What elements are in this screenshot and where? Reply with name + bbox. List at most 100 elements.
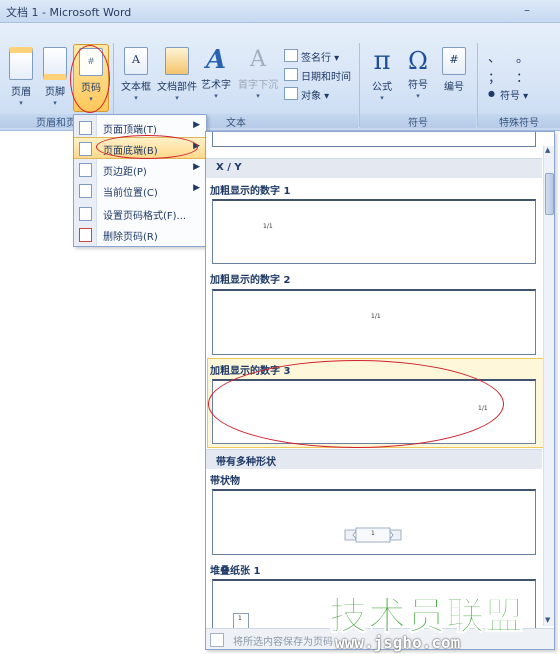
special-symbol-colon[interactable]: ： <box>516 67 529 86</box>
object-button[interactable]: 对象 ▾ <box>284 87 329 102</box>
group-label-symbols: 符号 <box>360 114 476 129</box>
menu-item-current-position[interactable]: 当前位置(C) ▶ <box>74 180 206 200</box>
current-position-icon <box>79 184 92 198</box>
menu-item-label: 当前位置(C) <box>103 188 158 199</box>
group-label-special-symbols: 特殊符号 <box>478 114 560 129</box>
gallery-item-title: 加粗显示的数字 2 <box>210 275 291 286</box>
menu-item-page-margin[interactable]: 页边距(P) ▶ <box>74 159 206 179</box>
date-time-button[interactable]: 日期和时间 <box>284 68 351 83</box>
menu-item-label: 删除页码(R) <box>103 232 158 243</box>
special-symbol-period[interactable]: 。 <box>516 47 529 66</box>
title-bar: 文档 1 - Microsoft Word – <box>0 0 560 23</box>
quick-parts-label: 文档部件 <box>157 82 197 93</box>
remove-page-number-icon <box>79 228 92 242</box>
drop-cap-label: 首字下沉 <box>238 80 278 91</box>
menu-item-label: 设置页码格式(F)... <box>103 211 187 222</box>
section-heading-label: 带有多种形状 <box>216 457 276 468</box>
signature-line-label: 签名行 ▾ <box>301 53 340 64</box>
annotation-oval <box>96 135 198 159</box>
chevron-down-icon: ▾ <box>256 92 260 100</box>
special-symbol-comma[interactable]: 、 <box>488 47 501 66</box>
wordart-icon: A <box>205 45 227 75</box>
scrollbar-thumb[interactable] <box>545 173 554 215</box>
object-label: 对象 ▾ <box>301 91 330 102</box>
chevron-down-icon: ▾ <box>380 94 384 102</box>
text-box-label: 文本框 <box>121 82 151 93</box>
page-bottom-icon <box>79 142 92 156</box>
window-title: 文档 1 - Microsoft Word <box>6 6 132 19</box>
watermark-text: 技术员联盟 <box>328 594 525 639</box>
page-number-sample: 1/1 <box>263 223 273 230</box>
drop-cap-button[interactable]: A 首字下沉 ▾ <box>236 47 280 109</box>
page-margin-icon <box>79 163 92 177</box>
equation-button[interactable]: π 公式 ▾ <box>365 47 399 109</box>
page-top-icon <box>79 121 92 135</box>
gallery-scrollbar[interactable]: ▲ ▼ <box>543 146 554 626</box>
quick-parts-button[interactable]: 文档部件 ▾ <box>156 47 198 109</box>
text-box-icon: A <box>124 47 148 75</box>
symbol-label: 符号 <box>408 80 428 91</box>
gallery-thumbnail[interactable] <box>212 132 536 147</box>
quick-parts-icon <box>165 47 189 75</box>
omega-icon: Ω <box>408 47 428 75</box>
menu-item-page-top[interactable]: 页面顶端(T) ▶ <box>74 117 206 137</box>
menu-item-remove-page-number[interactable]: 删除页码(R) <box>74 224 206 244</box>
menu-item-label: 页面顶端(T) <box>103 125 157 136</box>
wordart-button[interactable]: A 艺术字 ▾ <box>200 47 232 109</box>
page-number-sample: 1 <box>371 530 375 537</box>
annotation-oval <box>208 360 504 448</box>
text-box-button[interactable]: A 文本框 ▾ <box>119 47 153 109</box>
watermark-url: www.jsgho.com <box>335 633 461 652</box>
footer-button[interactable]: 页脚 ▾ <box>40 47 70 109</box>
special-symbol-semicolon[interactable]: ； <box>488 67 501 86</box>
chevron-down-icon: ▾ <box>416 92 420 100</box>
minimize-button[interactable]: – <box>524 3 530 17</box>
header-button-label: 页眉 <box>11 87 31 98</box>
gallery-thumbnail-bold-number-2[interactable]: 1/1 <box>212 289 536 355</box>
submenu-arrow-icon: ▶ <box>193 120 200 130</box>
footer-button-label: 页脚 <box>45 87 65 98</box>
header-button[interactable]: 页眉 ▾ <box>6 47 36 109</box>
footer-icon <box>43 47 67 80</box>
drop-cap-icon: A <box>250 47 266 72</box>
annotation-oval <box>70 45 110 113</box>
page-number-sample: 1/1 <box>371 313 381 320</box>
save-to-gallery-label: 将所选内容保存为页码 <box>233 637 333 648</box>
numbering-label: 编号 <box>444 82 464 93</box>
format-page-number-icon <box>79 207 92 221</box>
chevron-down-icon: ▾ <box>175 94 179 102</box>
submenu-arrow-icon: ▶ <box>193 162 200 172</box>
special-symbol-bullet[interactable]: ● <box>488 89 495 98</box>
gallery-thumbnail-ribbon[interactable]: 1 <box>212 489 536 555</box>
gallery-item-title: 加粗显示的数字 1 <box>210 186 291 197</box>
special-symbols-menu-button[interactable]: 符号 ▾ <box>500 87 528 102</box>
scroll-up-icon[interactable]: ▲ <box>545 146 550 154</box>
page-number-sample: 1 <box>238 615 242 622</box>
object-icon <box>284 87 298 100</box>
gallery-item-title: 带状物 <box>210 476 240 487</box>
section-heading-label: X / Y <box>216 162 242 173</box>
signature-line-icon <box>284 49 298 62</box>
scroll-down-icon[interactable]: ▼ <box>545 616 550 624</box>
header-icon <box>9 47 33 80</box>
page-number-menu: 页面顶端(T) ▶ 页面底端(B) ▶ 页边距(P) ▶ 当前位置(C) ▶ 设… <box>73 114 207 247</box>
number-icon: # <box>442 47 466 75</box>
chevron-down-icon: ▾ <box>134 94 138 102</box>
signature-line-button[interactable]: 签名行 ▾ <box>284 49 339 64</box>
date-time-icon <box>284 68 298 81</box>
chevron-down-icon: ▾ <box>214 92 218 100</box>
gallery-section-heading: 带有多种形状 <box>206 449 542 469</box>
gallery-section-heading: X / Y <box>206 158 542 178</box>
symbol-button[interactable]: Ω 符号 ▾ <box>402 47 434 109</box>
gallery-thumbnail-bold-number-1[interactable]: 1/1 <box>212 199 536 264</box>
submenu-arrow-icon: ▶ <box>193 183 200 193</box>
save-to-gallery-icon <box>210 633 224 647</box>
date-time-label: 日期和时间 <box>301 72 351 83</box>
pi-icon: π <box>373 46 391 76</box>
wordart-label: 艺术字 <box>201 80 231 91</box>
menu-item-label: 页边距(P) <box>103 167 147 178</box>
page-bottom-gallery: X / Y 加粗显示的数字 1 1/1 加粗显示的数字 2 1/1 加粗显示的数… <box>205 131 555 650</box>
gallery-item-title: 堆叠纸张 1 <box>210 566 261 577</box>
menu-item-format-page-number[interactable]: 设置页码格式(F)... <box>74 203 206 223</box>
numbering-button[interactable]: # 编号 <box>438 47 470 109</box>
